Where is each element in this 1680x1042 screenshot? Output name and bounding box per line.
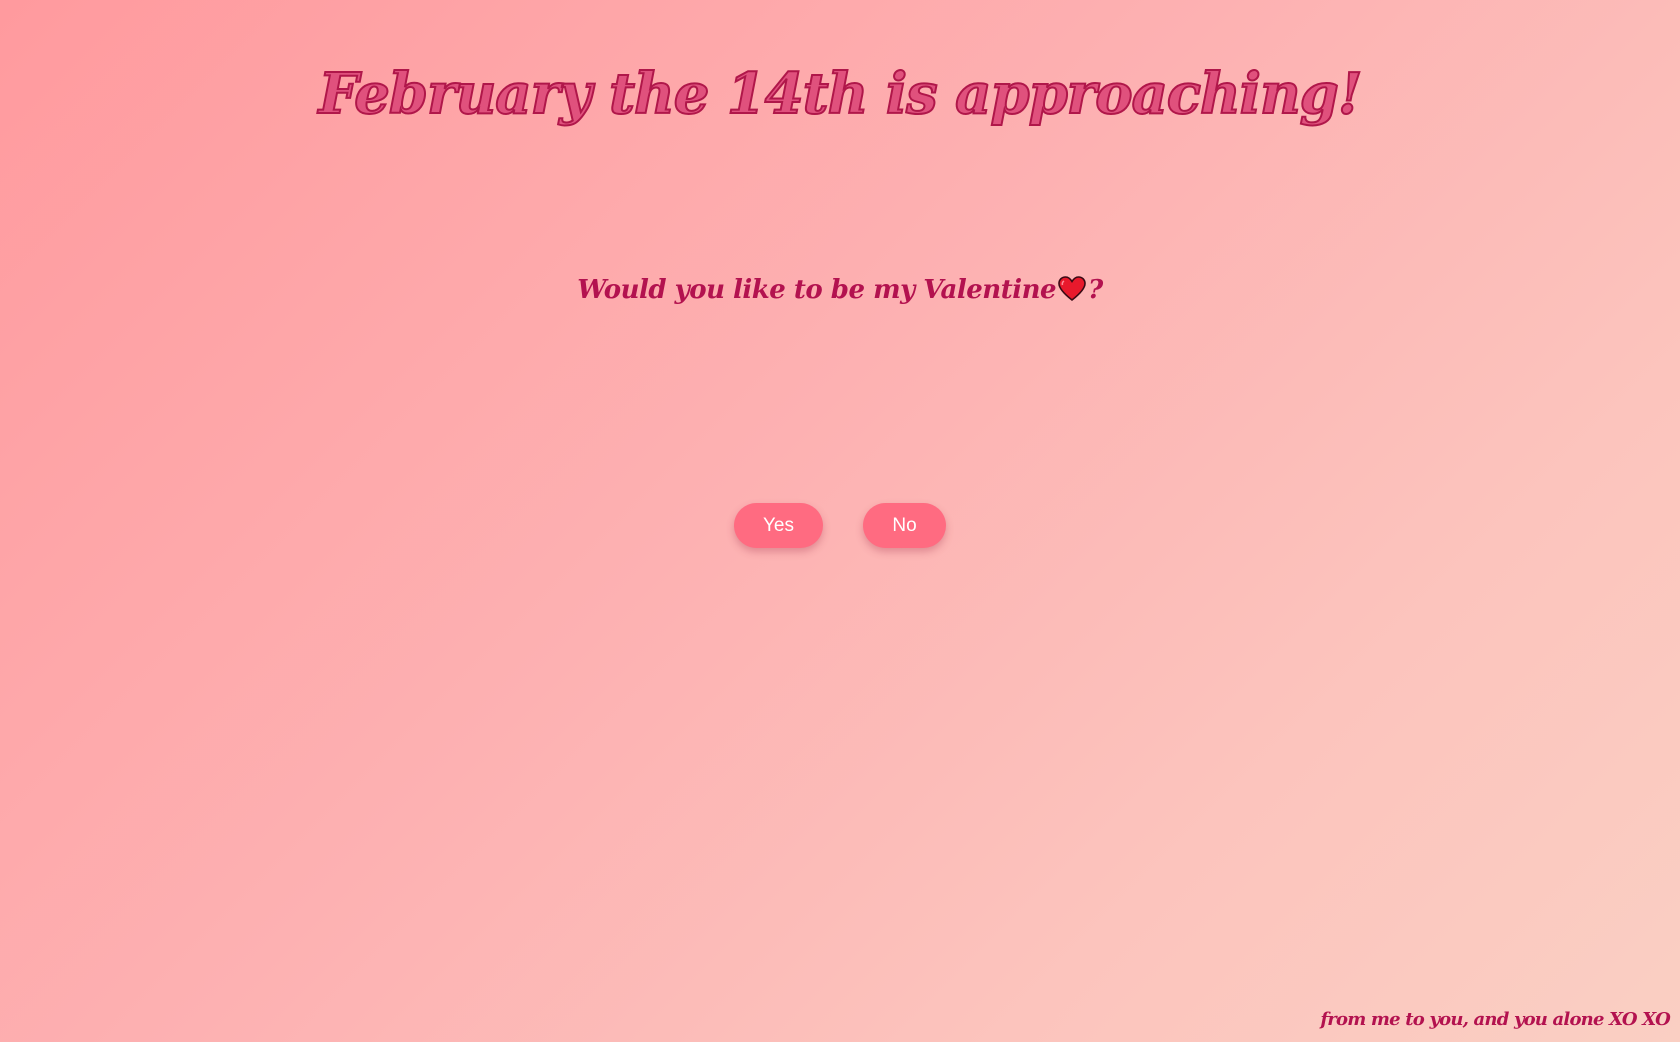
yes-button[interactable]: Yes xyxy=(734,503,823,548)
valentine-question: Would you like to be my Valentine? xyxy=(0,270,1680,310)
heart-icon xyxy=(1058,274,1086,302)
page-title: February the 14th is approaching! xyxy=(318,60,1364,128)
no-button[interactable]: No xyxy=(863,503,946,548)
footer-note: from me to you, and you alone XO XO xyxy=(1320,1009,1670,1030)
question-suffix: ? xyxy=(1088,275,1103,305)
question-text: Would you like to be my Valentine xyxy=(577,275,1057,305)
answer-buttons: Yes No xyxy=(734,503,946,548)
